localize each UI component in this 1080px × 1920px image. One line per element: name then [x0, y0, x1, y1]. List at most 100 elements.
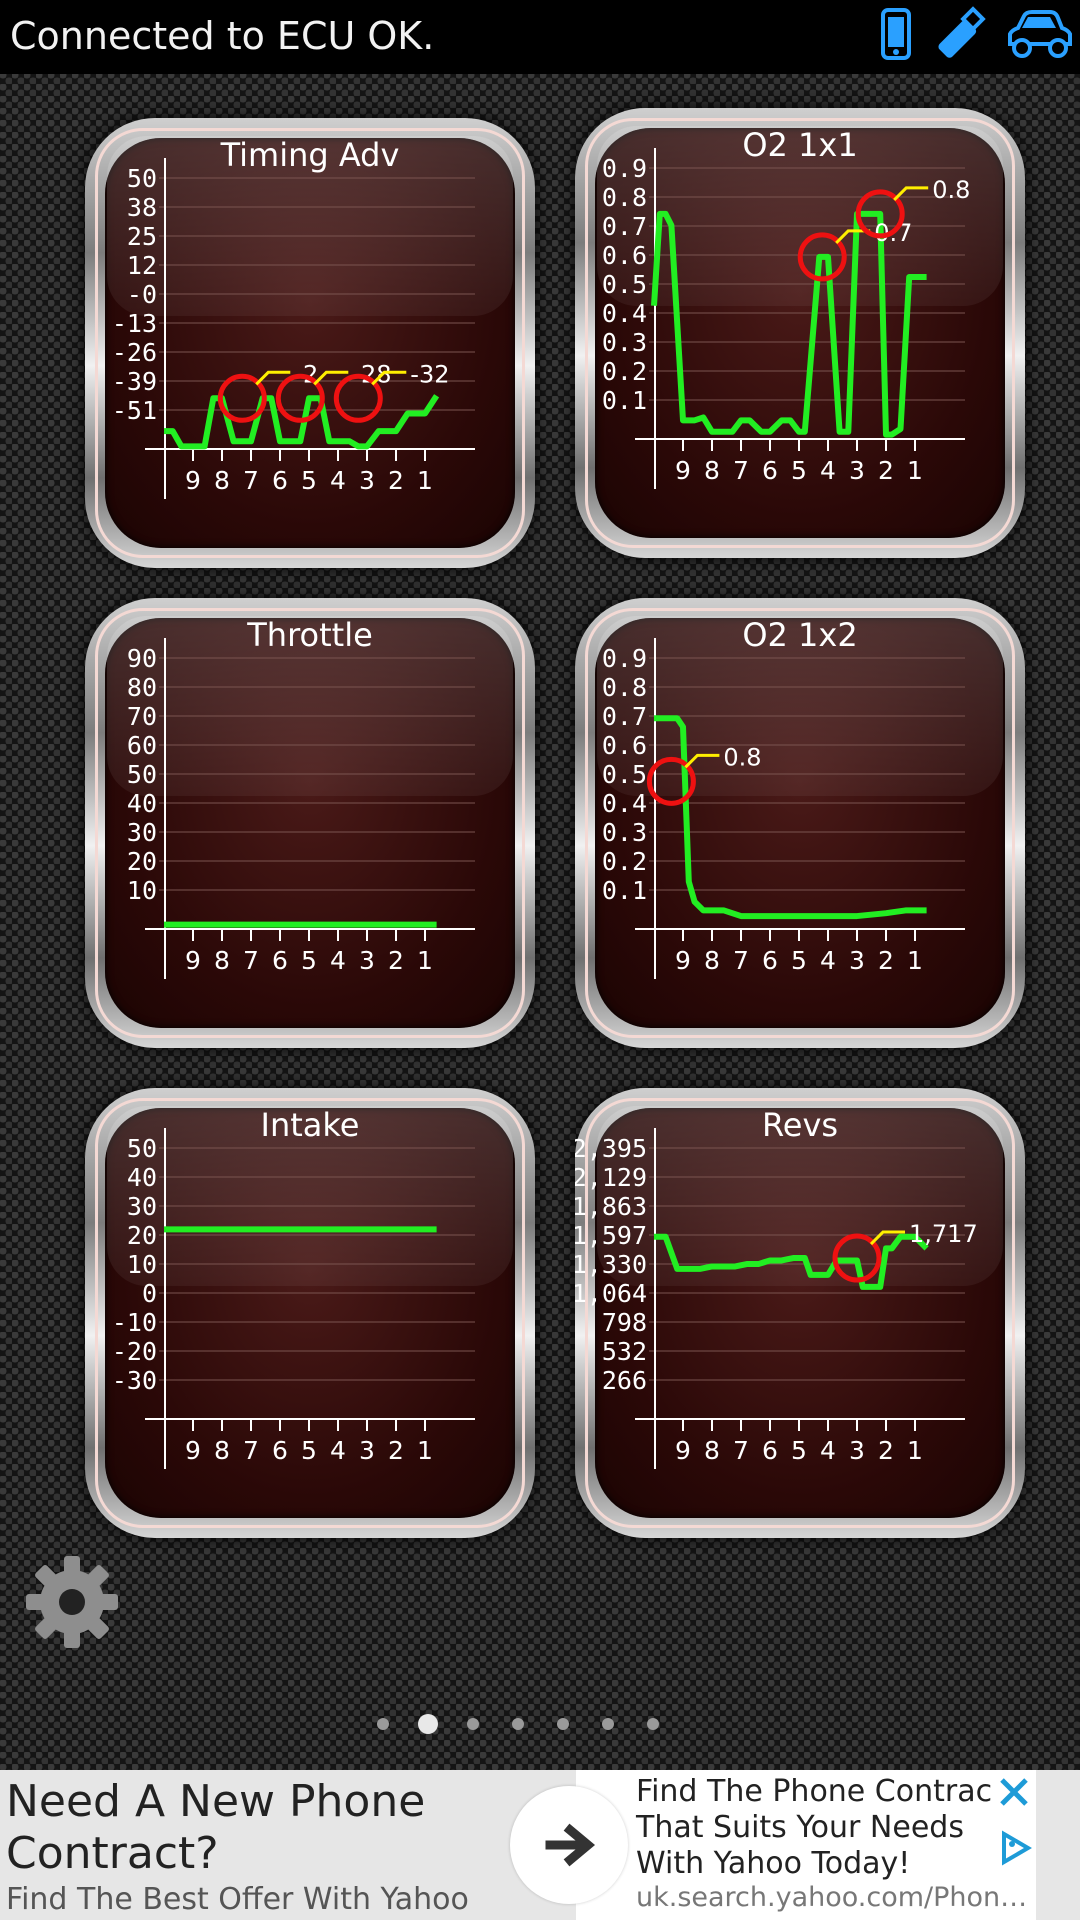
- x-tick-label: 8: [704, 456, 720, 485]
- gauge-o2-1x1[interactable]: O2 1x1 0.9 0.8 0.7 0.6 0.5 0.4 0.3 0.2 0.1 9 8 7 6 5 4 3…: [575, 108, 1025, 558]
- o2-1x2-chart: O2 1x20.90.80.70.60.50.40.30.20.19 8 7 6 5 4 3…: [602, 616, 965, 979]
- marker-label: 1,717: [909, 1220, 978, 1248]
- gauge-title: O2 1x1: [742, 126, 857, 164]
- y-tick-label: 50: [127, 760, 157, 789]
- x-tick-label: 7: [733, 1436, 749, 1465]
- x-tick-label: 1: [907, 946, 923, 975]
- ad-right-panel[interactable]: Find The Phone Contract That Suits Your …: [576, 1770, 1036, 1920]
- settings-gear-icon[interactable]: [22, 1552, 122, 1652]
- y-tick-label: 0.4: [602, 789, 647, 818]
- timing-adv-chart: Timing Adv 50382512-0-13-26-39-51 9 8 7 6 5 4 3 2…: [112, 136, 475, 499]
- x-tick-label: 2: [878, 1436, 894, 1465]
- gauge-title: Throttle: [246, 616, 373, 654]
- car-icon[interactable]: [1004, 6, 1074, 62]
- gauge-o2-1x2[interactable]: O2 1x2 0.9 0.8 0.7 0.6 0.5 0.4 0.3 0.2 0.1 9 8 7 6 5 4 3…: [575, 598, 1025, 1048]
- y-tick-label: 1,064: [575, 1279, 647, 1308]
- status-bar: Connected to ECU OK.: [0, 0, 1080, 74]
- page-dot[interactable]: [647, 1718, 659, 1730]
- x-tick-label: 1: [417, 946, 433, 975]
- y-tick-label: 798: [602, 1308, 647, 1337]
- y-tick-label: 25: [127, 222, 157, 251]
- x-tick-label: 5: [301, 946, 317, 975]
- y-tick-label: 0.3: [602, 818, 647, 847]
- x-tick-label: 6: [762, 1436, 778, 1465]
- x-tick-label: 1: [907, 1436, 923, 1465]
- y-tick-label: 0.3: [602, 328, 647, 357]
- x-tick-label: 9: [675, 456, 691, 485]
- x-tick-label: 8: [214, 946, 230, 975]
- x-tick-label: 4: [330, 466, 346, 495]
- x-tick-label: 8: [214, 466, 230, 495]
- x-tick-label: 6: [272, 1436, 288, 1465]
- x-tick-label: 2: [388, 466, 404, 495]
- phone-icon[interactable]: [880, 6, 914, 62]
- y-tick-label: 0.2: [602, 357, 647, 386]
- marker-leader: [684, 753, 720, 769]
- gauge-intake[interactable]: Intake 50 40 30 20 10 0 -10 -20 -30 9 8 7 6 5 4 3 2 1: [85, 1088, 535, 1538]
- y-tick-label: 10: [127, 1250, 157, 1279]
- y-tick-label: 0.4: [602, 299, 647, 328]
- x-tick-label: 7: [243, 946, 259, 975]
- x-tick-label: 7: [243, 1436, 259, 1465]
- page-dot[interactable]: [602, 1718, 614, 1730]
- y-tick-label: -51: [112, 396, 157, 425]
- y-tick-label: 0.5: [602, 760, 647, 789]
- usb-adapter-icon[interactable]: [930, 6, 986, 62]
- y-tick-label: 90: [127, 644, 157, 673]
- x-tick-label: 2: [388, 946, 404, 975]
- gauge-title: Revs: [762, 1106, 838, 1144]
- y-tick-label: 50: [127, 1134, 157, 1163]
- y-tick-label: 1,863: [575, 1192, 647, 1221]
- ad-title[interactable]: Need A New Phone Contract?: [6, 1776, 476, 1880]
- gauge-title: Intake: [261, 1106, 360, 1144]
- y-tick-label: 40: [127, 789, 157, 818]
- page-indicator[interactable]: [0, 1712, 1080, 1736]
- y-tick-label: 38: [127, 193, 157, 222]
- y-tick-label: 0.5: [602, 270, 647, 299]
- y-tick-label: -26: [112, 338, 157, 367]
- x-tick-label: 2: [878, 456, 894, 485]
- y-tick-label: 60: [127, 731, 157, 760]
- page-dot[interactable]: [467, 1718, 479, 1730]
- x-tick-label: 8: [704, 1436, 720, 1465]
- x-tick-label: 1: [417, 1436, 433, 1465]
- y-tick-label: -30: [112, 1366, 157, 1395]
- y-tick-label: 70: [127, 702, 157, 731]
- page-dot[interactable]: [512, 1718, 524, 1730]
- y-tick-label: 0.6: [602, 731, 647, 760]
- x-tick-label: 1: [417, 466, 433, 495]
- page-dot[interactable]: [377, 1718, 389, 1730]
- y-tick-label: 0.1: [602, 386, 647, 415]
- page-dot[interactable]: [418, 1714, 438, 1734]
- connection-status-text: Connected to ECU OK.: [10, 14, 435, 58]
- y-tick-label: 80: [127, 673, 157, 702]
- y-tick-label: 40: [127, 1163, 157, 1192]
- x-tick-label: 5: [791, 456, 807, 485]
- ad-close-icon[interactable]: [992, 1770, 1036, 1814]
- ad-banner[interactable]: Need A New Phone Contract? Find The Best…: [0, 1770, 1080, 1920]
- x-tick-label: 6: [762, 946, 778, 975]
- y-tick-label: 1,330: [575, 1250, 647, 1279]
- x-tick-label: 9: [675, 946, 691, 975]
- x-tick-label: 4: [820, 456, 836, 485]
- y-tick-label: 0.8: [602, 183, 647, 212]
- gauge-throttle[interactable]: Throttle 90 80 70 60 50 40 30 20 10 9 8 7 6 5 4 3 2 1: [85, 598, 535, 1048]
- gauge-revs[interactable]: Revs 2,395 2,129 1,863 1,597 1,330 1,064 798 532…: [575, 1088, 1025, 1538]
- ad-url[interactable]: uk.search.yahoo.com/Phone/...: [636, 1882, 1036, 1913]
- x-tick-label: 5: [301, 466, 317, 495]
- y-tick-label: 30: [127, 818, 157, 847]
- y-tick-label: 0.8: [602, 673, 647, 702]
- x-tick-label: 4: [330, 1436, 346, 1465]
- page-dot[interactable]: [557, 1718, 569, 1730]
- y-tick-label: -20: [112, 1337, 157, 1366]
- gauge-title: O2 1x2: [742, 616, 857, 654]
- ad-description[interactable]: Find The Phone Contract That Suits Your …: [636, 1774, 1036, 1882]
- y-tick-label: 20: [127, 847, 157, 876]
- ad-choices-icon[interactable]: [992, 1826, 1036, 1870]
- ad-subtitle[interactable]: Find The Best Offer With Yahoo: [6, 1882, 469, 1917]
- x-tick-label: 7: [733, 456, 749, 485]
- gauge-timing-adv[interactable]: Timing Adv 50 38 25 12 -0 -13 -26 -39 -51 9 8 7 6 5 4 3 2…: [85, 118, 535, 568]
- y-tick-label: 0: [142, 1279, 157, 1308]
- ad-arrow-button[interactable]: [510, 1786, 628, 1904]
- revs-chart: Revs2,3952,1291,8631,5971,3301,064798532…: [575, 1106, 978, 1469]
